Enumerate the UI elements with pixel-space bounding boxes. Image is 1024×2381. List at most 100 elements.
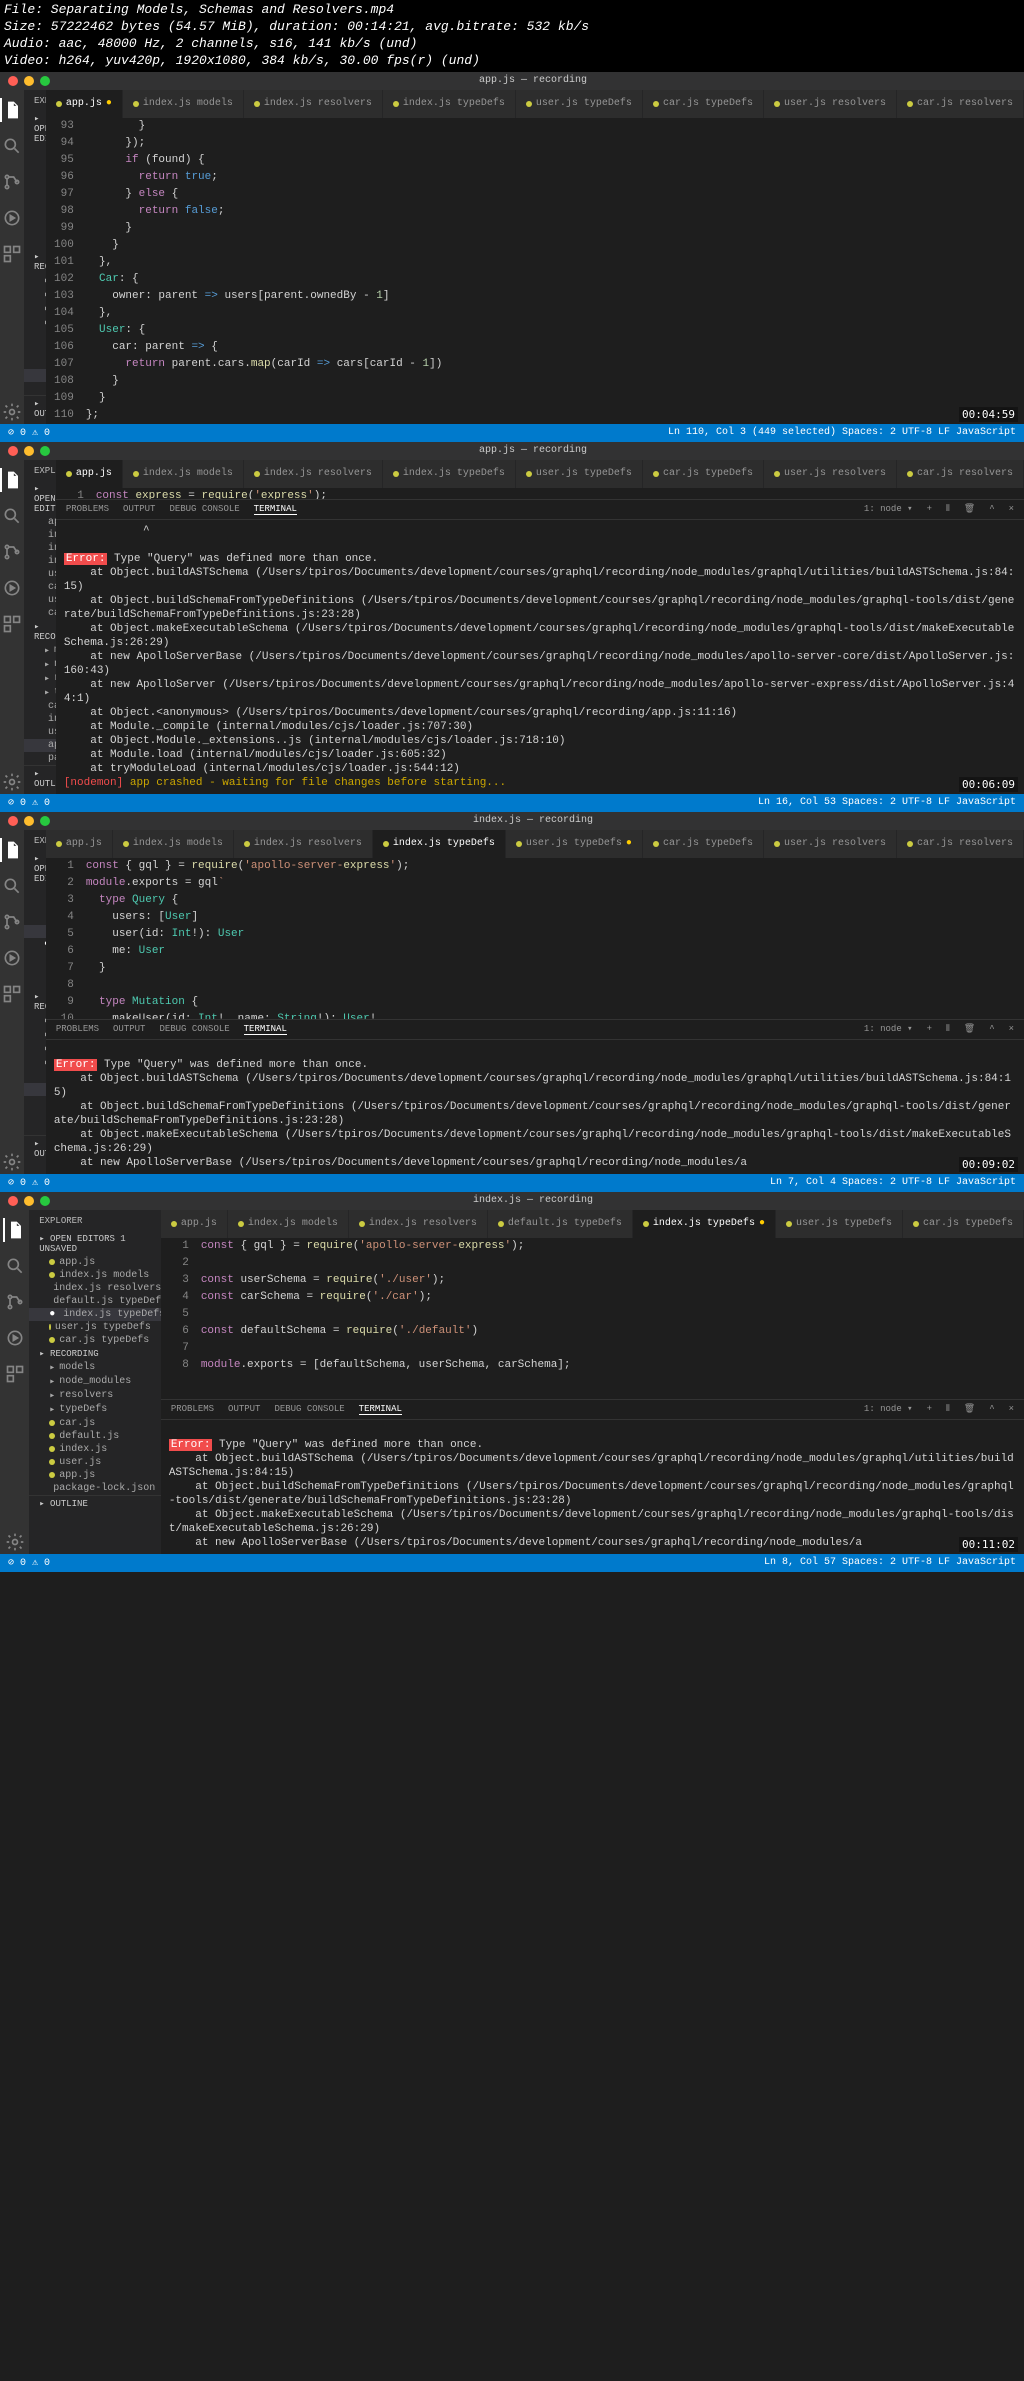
search-icon[interactable]: [0, 134, 24, 158]
sidebar-item[interactable]: app.js: [24, 886, 46, 899]
sidebar-item[interactable]: index.js models: [24, 529, 56, 542]
editor-tab[interactable]: index.js typeDefs: [383, 90, 516, 118]
debug-icon[interactable]: [0, 946, 24, 970]
minimap[interactable]: [984, 118, 1024, 424]
code-content[interactable]: } }); if (found) { return true; } else {…: [86, 118, 984, 424]
sidebar-item[interactable]: user.js: [29, 1456, 161, 1469]
sidebar-item[interactable]: index.js models: [24, 159, 46, 172]
gear-icon[interactable]: [3, 1530, 27, 1554]
search-icon[interactable]: [0, 504, 24, 528]
sidebar-item[interactable]: package-lock.json: [24, 752, 56, 765]
sidebar-item[interactable]: app.js: [24, 369, 46, 382]
terminal-tab[interactable]: DEBUG CONSOLE: [169, 504, 239, 515]
sidebar-item[interactable]: ▸node_modules: [29, 1375, 161, 1389]
editor-tab[interactable]: app.js: [46, 830, 113, 858]
close-window-button[interactable]: [8, 446, 18, 456]
sidebar-item[interactable]: user.js typeDefs: [29, 1321, 161, 1334]
code-content[interactable]: const express = require('express');const…: [96, 488, 984, 499]
sidebar-item[interactable]: ▸models: [24, 1014, 46, 1028]
sidebar-item[interactable]: car.js typeDefs: [24, 951, 46, 964]
sidebar-item[interactable]: user.js: [24, 1096, 46, 1109]
editor-tab[interactable]: index.js resolvers: [234, 830, 373, 858]
minimize-window-button[interactable]: [24, 816, 34, 826]
editor-tab[interactable]: user.js typeDefs ●: [506, 830, 643, 858]
debug-icon[interactable]: [3, 1326, 27, 1350]
sidebar-item[interactable]: index.js resolvers: [24, 912, 46, 925]
terminal-close-icon[interactable]: ×: [1009, 504, 1014, 515]
sidebar-item[interactable]: car.js: [24, 1070, 46, 1083]
sidebar-item[interactable]: car.js resolvers: [24, 237, 46, 250]
editor-tab[interactable]: index.js models: [123, 460, 244, 488]
terminal-tab[interactable]: DEBUG CONSOLE: [159, 1024, 229, 1035]
sidebar-item[interactable]: ▸typeDefs: [29, 1403, 161, 1417]
terminal-add-icon[interactable]: +: [927, 1404, 932, 1415]
sidebar-item[interactable]: default.js typeDefs: [29, 1295, 161, 1308]
terminal-split-icon[interactable]: ⫴: [946, 1404, 950, 1415]
editor-tab[interactable]: user.js typeDefs: [516, 460, 643, 488]
editor-tab[interactable]: car.js resolvers: [897, 90, 1024, 118]
terminal-close-icon[interactable]: ×: [1009, 1404, 1014, 1415]
sidebar-item[interactable]: app.js: [29, 1469, 161, 1482]
maximize-window-button[interactable]: [40, 76, 50, 86]
editor-tab[interactable]: car.js typeDefs: [903, 1210, 1024, 1238]
editor-tab[interactable]: user.js resolvers: [764, 830, 897, 858]
terminal-tab[interactable]: DEBUG CONSOLE: [274, 1404, 344, 1415]
minimize-window-button[interactable]: [24, 1196, 34, 1206]
sidebar-item[interactable]: index.js resolvers: [24, 172, 46, 185]
extensions-icon[interactable]: [0, 242, 24, 266]
terminal-tab[interactable]: OUTPUT: [113, 1024, 145, 1035]
terminal-tab[interactable]: TERMINAL: [254, 504, 297, 515]
sidebar-item[interactable]: ●user.js typeDefs: [24, 938, 46, 951]
sidebar-section[interactable]: ▸ RECORDING: [24, 620, 56, 644]
sidebar-section[interactable]: ▸ OPEN EDITORS 1 UNSAVED: [29, 1232, 161, 1256]
sidebar-item[interactable]: index.js typeDefs: [24, 925, 46, 938]
editor-tab[interactable]: index.js models: [228, 1210, 349, 1238]
editor-tab[interactable]: car.js typeDefs: [643, 90, 764, 118]
code-content[interactable]: const { gql } = require('apollo-server-e…: [201, 1238, 984, 1399]
editor-tab[interactable]: index.js resolvers: [349, 1210, 488, 1238]
maximize-window-button[interactable]: [40, 1196, 50, 1206]
minimap[interactable]: [984, 858, 1024, 1019]
sidebar-item[interactable]: index.js: [24, 713, 56, 726]
terminal-add-icon[interactable]: +: [927, 1024, 932, 1035]
sidebar-item[interactable]: app.js: [24, 1109, 46, 1122]
sidebar-item[interactable]: app.js: [24, 516, 56, 529]
sidebar-item[interactable]: user.js typeDefs: [24, 568, 56, 581]
terminal-trash-icon[interactable]: 🗑: [964, 1024, 975, 1035]
editor-tab[interactable]: car.js typeDefs: [643, 830, 764, 858]
debug-icon[interactable]: [0, 206, 24, 230]
sidebar-item[interactable]: ▸resolvers: [24, 672, 56, 686]
sidebar-item[interactable]: car.js typeDefs: [24, 211, 46, 224]
search-icon[interactable]: [0, 874, 24, 898]
sidebar-item[interactable]: index.js: [24, 1083, 46, 1096]
sidebar-item[interactable]: package-lock.json: [24, 382, 46, 395]
sidebar-item[interactable]: car.js typeDefs: [29, 1334, 161, 1347]
maximize-window-button[interactable]: [40, 816, 50, 826]
sidebar-item[interactable]: ▸node_modules: [24, 658, 56, 672]
editor-tab[interactable]: user.js typeDefs: [516, 90, 643, 118]
sidebar-item[interactable]: user.js: [24, 356, 46, 369]
sidebar-section[interactable]: ▸ RECORDING: [29, 1347, 161, 1361]
search-icon[interactable]: [3, 1254, 27, 1278]
editor-tab[interactable]: index.js typeDefs: [373, 830, 506, 858]
sidebar-item[interactable]: car.js resolvers: [24, 607, 56, 620]
editor-tab[interactable]: user.js resolvers: [764, 460, 897, 488]
git-icon[interactable]: [0, 170, 24, 194]
close-window-button[interactable]: [8, 816, 18, 826]
sidebar-item[interactable]: user.js typeDefs: [24, 198, 46, 211]
files-icon[interactable]: [0, 98, 24, 122]
sidebar-item[interactable]: ▸typeDefs: [24, 686, 56, 700]
editor-tab[interactable]: car.js resolvers: [897, 460, 1024, 488]
editor-tab[interactable]: index.js models: [123, 90, 244, 118]
sidebar-item[interactable]: ▸node_modules: [24, 1028, 46, 1042]
terminal-output[interactable]: Error: Type "Query" was defined more tha…: [161, 1420, 1024, 1554]
files-icon[interactable]: [0, 468, 24, 492]
sidebar-item[interactable]: app.js: [24, 739, 56, 752]
editor-tab[interactable]: index.js resolvers: [244, 460, 383, 488]
sidebar-item[interactable]: app.js: [29, 1256, 161, 1269]
sidebar-section[interactable]: ▸ OPEN EDITORS: [24, 482, 56, 516]
terminal-tab[interactable]: PROBLEMS: [56, 1024, 99, 1035]
editor-tab[interactable]: app.js: [161, 1210, 228, 1238]
gear-icon[interactable]: [0, 1150, 24, 1174]
gear-icon[interactable]: [0, 400, 24, 424]
